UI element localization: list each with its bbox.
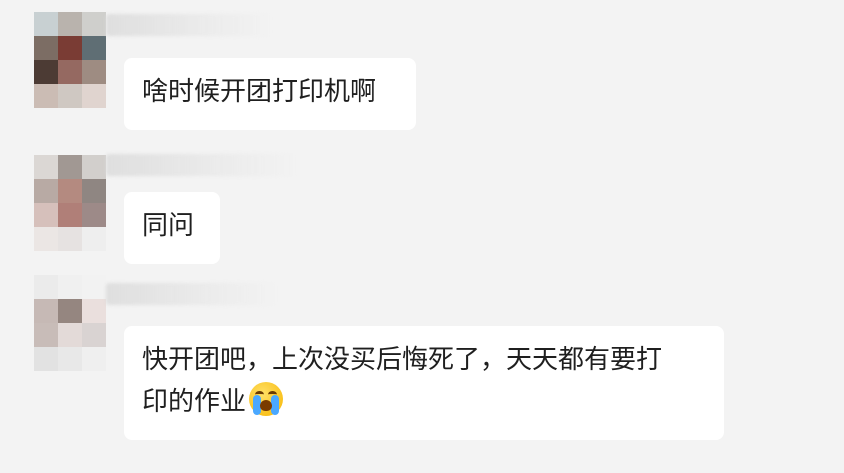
avatar-pixel (58, 203, 82, 227)
avatar-pixel (58, 12, 82, 36)
avatar-pixel (34, 179, 58, 203)
sender-name-blurred (106, 154, 296, 176)
avatar-pixel (34, 84, 58, 108)
sender-name-blurred (106, 14, 271, 36)
avatar-pixel (58, 323, 82, 347)
message-bubble[interactable]: 同问 (124, 192, 220, 264)
avatar-pixel (34, 12, 58, 36)
loudly-crying-face-icon (248, 380, 284, 416)
message-text: 啥时候开团打印机啊 (142, 77, 377, 107)
avatar-pixel (82, 84, 106, 108)
avatar-pixel (82, 60, 106, 84)
avatar-pixel (58, 36, 82, 60)
avatar-pixel (82, 323, 106, 347)
avatar-pixel (34, 36, 58, 60)
message-text: 同问 (142, 211, 195, 241)
avatar-pixel (82, 36, 106, 60)
avatar-pixel (82, 347, 106, 371)
avatar-pixel (34, 347, 58, 371)
avatar-pixel (58, 275, 82, 299)
avatar-pixel (34, 155, 58, 179)
avatar-pixel (58, 347, 82, 371)
avatar-pixel (58, 155, 82, 179)
avatar-pixel (34, 299, 58, 323)
avatar-pixel (58, 60, 82, 84)
avatar-pixel (82, 275, 106, 299)
avatar[interactable] (34, 275, 106, 371)
avatar-pixel (34, 275, 58, 299)
avatar-pixel (82, 155, 106, 179)
avatar-pixel (82, 227, 106, 251)
avatar[interactable] (34, 12, 106, 108)
avatar-pixel (58, 299, 82, 323)
avatar-pixel (82, 179, 106, 203)
avatar-pixel (58, 179, 82, 203)
message-text: 快开团吧，上次没买后悔死了，天天都有要打 印的作业 (142, 345, 663, 417)
avatar-pixel (34, 227, 58, 251)
avatar-pixel (34, 60, 58, 84)
avatar[interactable] (34, 155, 106, 251)
avatar-pixel (82, 299, 106, 323)
avatar-pixel (82, 12, 106, 36)
avatar-pixel (58, 84, 82, 108)
avatar-pixel (82, 203, 106, 227)
message-bubble[interactable]: 啥时候开团打印机啊 (124, 58, 416, 130)
avatar-pixel (34, 323, 58, 347)
avatar-pixel (34, 203, 58, 227)
sender-name-blurred (106, 283, 276, 305)
message-bubble[interactable]: 快开团吧，上次没买后悔死了，天天都有要打 印的作业 (124, 326, 724, 440)
avatar-pixel (58, 227, 82, 251)
